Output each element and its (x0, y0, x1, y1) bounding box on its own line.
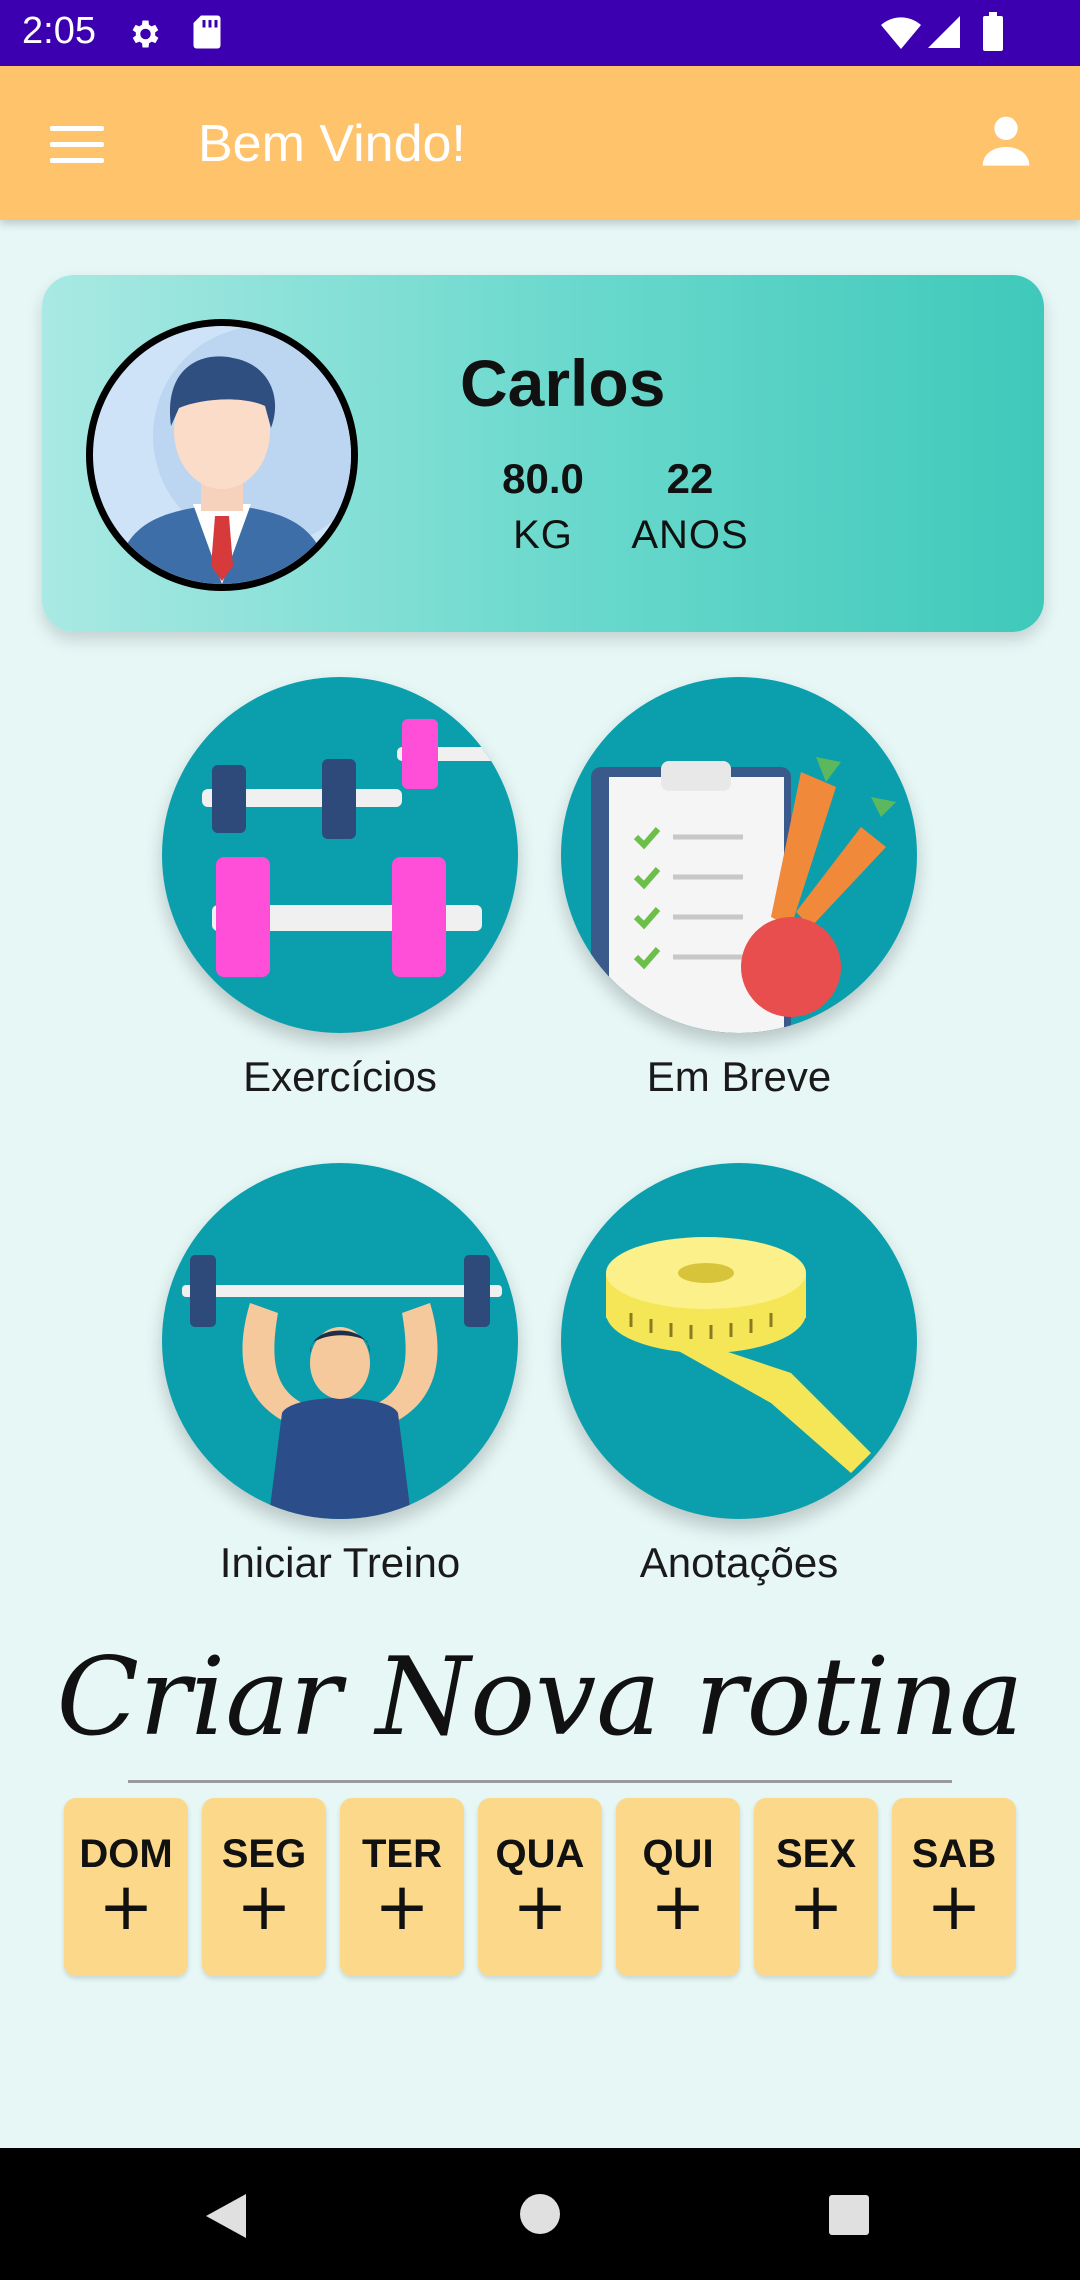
plus-icon: + (98, 1868, 154, 1945)
tile-em-breve-circle[interactable] (561, 677, 917, 1033)
day-button-qua[interactable]: QUA + (478, 1798, 602, 1976)
user-name: Carlos (460, 346, 666, 420)
weightlifter-icon (182, 1255, 502, 1519)
status-time: 2:05 (22, 10, 96, 52)
routine-divider (128, 1780, 952, 1783)
status-bar: 2:05 (0, 0, 1080, 66)
day-button-ter[interactable]: TER + (340, 1798, 464, 1976)
home-icon[interactable] (518, 2192, 562, 2236)
back-icon[interactable] (204, 2192, 248, 2240)
plus-icon: + (926, 1868, 982, 1945)
day-button-qui[interactable]: QUI + (616, 1798, 740, 1976)
menu-icon[interactable] (50, 126, 104, 163)
gear-icon (132, 20, 159, 48)
diet-clipboard-icon (591, 757, 896, 1033)
tile-em-breve-label: Em Breve (646, 1053, 832, 1100)
recents-icon[interactable] (828, 2194, 870, 2236)
day-button-sex[interactable]: SEX + (754, 1798, 878, 1976)
signal-icon (928, 16, 960, 48)
profile-card[interactable]: Carlos 80.0 KG 22 ANOS (42, 275, 1044, 632)
routine-title: Criar Nova rotina (56, 1635, 1024, 1760)
wifi-icon (881, 17, 921, 49)
sd-card-icon (193, 15, 221, 49)
age-unit: ANOS (631, 513, 749, 557)
tile-anotacoes-label: Anotações (639, 1539, 839, 1586)
tile-iniciar-treino[interactable]: Iniciar Treino (160, 1163, 520, 1587)
businessman-avatar-icon (113, 326, 351, 584)
tile-anotacoes[interactable]: Anotações (559, 1163, 919, 1587)
tile-anotacoes-circle[interactable] (561, 1163, 917, 1519)
tile-em-breve[interactable]: Em Breve (559, 677, 919, 1101)
age-stat: 22 ANOS (590, 455, 790, 558)
dumbbells-icon (202, 719, 507, 977)
plus-icon: + (788, 1868, 844, 1945)
age-value: 22 (666, 455, 714, 502)
day-button-sab[interactable]: SAB + (892, 1798, 1016, 1976)
battery-icon (983, 12, 1003, 51)
plus-icon: + (650, 1868, 706, 1945)
tile-exercicios[interactable]: Exercícios (160, 677, 520, 1101)
plus-icon: + (512, 1868, 568, 1945)
page-title: Bem Vindo! (198, 115, 466, 173)
tile-exercicios-circle[interactable] (162, 677, 518, 1033)
plus-icon: + (374, 1868, 430, 1945)
day-button-seg[interactable]: SEG + (202, 1798, 326, 1976)
day-button-dom[interactable]: DOM + (64, 1798, 188, 1976)
tile-exercicios-label: Exercícios (243, 1053, 437, 1100)
tile-iniciar-treino-label: Iniciar Treino (219, 1539, 461, 1586)
app-bar: Bem Vindo! (0, 66, 1080, 220)
system-nav-bar (0, 2148, 1080, 2280)
plus-icon: + (236, 1868, 292, 1945)
measuring-tape-icon (606, 1237, 871, 1473)
tile-iniciar-treino-circle[interactable] (162, 1163, 518, 1519)
avatar (86, 319, 358, 591)
profile-icon[interactable] (978, 112, 1034, 168)
